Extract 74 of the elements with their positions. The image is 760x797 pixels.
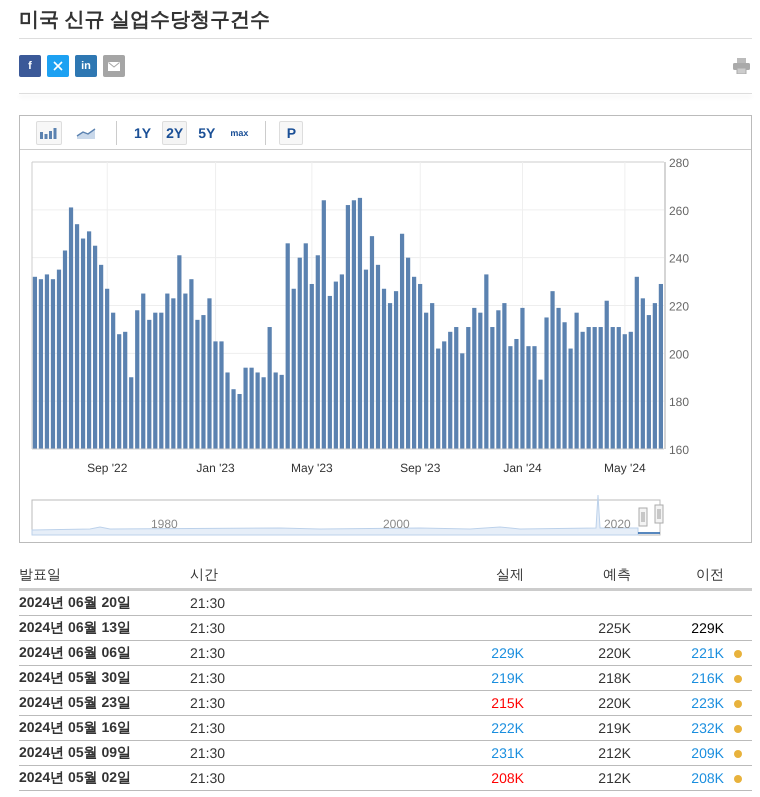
facebook-button[interactable]: f [19, 55, 41, 77]
date-cell: 2024년 05월 30일 [19, 666, 190, 690]
actual-value: 222K [491, 720, 524, 736]
date-cell: 2024년 06월 06일 [19, 640, 190, 666]
previous-value: 221K [691, 645, 724, 661]
forecast-value: 212K [598, 745, 631, 761]
navigator-label: 2000 [383, 517, 410, 531]
forecast-value: 225K [598, 620, 631, 636]
axis-label: Sep '23 [400, 461, 440, 475]
forecast-value: 219K [598, 720, 631, 736]
axis-label: Jan '24 [503, 461, 542, 475]
forecast-value: 220K [598, 645, 631, 661]
date-cell: 2024년 05월 16일 [19, 716, 190, 740]
previous-value: 223K [691, 695, 724, 711]
axis-label: 260 [669, 204, 690, 218]
axis-label: 220 [669, 300, 690, 314]
time-cell: 21:30 [190, 666, 350, 690]
bar [129, 377, 134, 449]
column-header: 이전 [631, 562, 724, 590]
line-chart-icon [76, 126, 96, 138]
time-cell: 21:30 [190, 690, 350, 716]
p-button[interactable]: P [279, 120, 304, 144]
axis-label: May '23 [291, 461, 333, 475]
bar-chart-icon [39, 126, 59, 138]
axis-label: 280 [669, 156, 690, 170]
date-cell: 2024년 05월 02일 [19, 766, 190, 790]
forecast-value: 218K [598, 670, 631, 686]
actual-value: 219K [491, 670, 524, 686]
axis-label: 160 [669, 443, 690, 457]
print-icon[interactable] [733, 58, 750, 74]
column-header: 시간 [190, 562, 350, 590]
date-cell: 2024년 05월 09일 [19, 740, 190, 766]
x-button[interactable] [47, 55, 69, 77]
axis-label: May '24 [604, 461, 646, 475]
time-cell: 21:30 [190, 590, 350, 616]
time-cell: 21:30 [190, 640, 350, 666]
axis-label: Jan '23 [196, 461, 235, 475]
forecast-value: 212K [598, 770, 631, 786]
axis-label: 180 [669, 395, 690, 410]
linkedin-button[interactable]: in [75, 55, 97, 77]
range-button[interactable]: 2Y [162, 120, 188, 144]
envelope-icon [108, 62, 120, 70]
axis-label: 200 [669, 347, 690, 362]
time-cell: 21:30 [190, 766, 350, 790]
axis-label: Sep '22 [87, 461, 128, 475]
page-title: 미국 신규 실업수당청구건수 [19, 0, 752, 39]
previous-value: 208K [691, 770, 724, 786]
range-handle[interactable] [654, 504, 664, 524]
bar-chart-button[interactable] [36, 120, 62, 144]
actual-value: 229K [491, 645, 524, 661]
forecast-value: 220K [598, 695, 631, 711]
column-header: 발표일 [19, 562, 190, 590]
previous-value: 232K [691, 720, 724, 736]
previous-value: 216K [691, 670, 724, 686]
bar [262, 377, 266, 449]
time-cell: 21:30 [190, 716, 350, 740]
column-header: 예측 [524, 562, 631, 590]
date-cell: 2024년 06월 20일 [19, 590, 190, 616]
axis-label: 240 [669, 252, 690, 266]
date-cell: 2024년 05월 23일 [19, 690, 190, 716]
navigator-label: 1980 [151, 517, 178, 531]
x-icon [53, 61, 63, 71]
actual-value: 208K [491, 770, 524, 786]
column-header: 실제 [350, 562, 524, 590]
time-cell: 21:30 [190, 616, 350, 640]
previous-value: 209K [691, 745, 724, 761]
range-handle[interactable] [638, 508, 648, 526]
navigator-label: 2020 [604, 517, 631, 531]
date-cell: 2024년 06월 13일 [19, 616, 190, 640]
actual-value: 231K [491, 745, 524, 761]
previous-value: 229K [691, 620, 724, 636]
actual-value: 215K [491, 695, 524, 711]
email-button[interactable] [103, 55, 125, 77]
time-cell: 21:30 [190, 740, 350, 766]
